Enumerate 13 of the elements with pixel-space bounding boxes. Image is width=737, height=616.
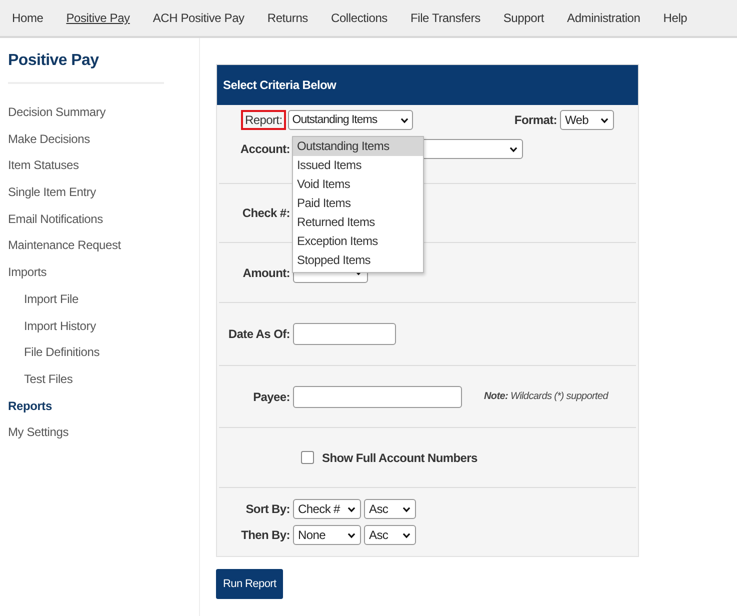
sidebar-title: Positive Pay xyxy=(8,52,100,70)
note-text: Note: Wildcards (*) supported xyxy=(484,391,608,402)
field-label: Payee: xyxy=(252,390,290,404)
checkbox-label: Show Full Account Numbers xyxy=(322,450,478,464)
field-label: Then By: xyxy=(240,528,290,542)
field-label: Report: xyxy=(243,112,284,128)
field-label: Amount: xyxy=(242,266,290,280)
field-label: Check #: xyxy=(241,206,290,220)
field-label: Date As Of: xyxy=(227,327,290,341)
field-label: Sort By: xyxy=(244,502,290,516)
field-label: Format: xyxy=(514,113,557,127)
panel-header: Select Criteria Below xyxy=(217,65,638,105)
field-label: Account: xyxy=(239,142,290,156)
